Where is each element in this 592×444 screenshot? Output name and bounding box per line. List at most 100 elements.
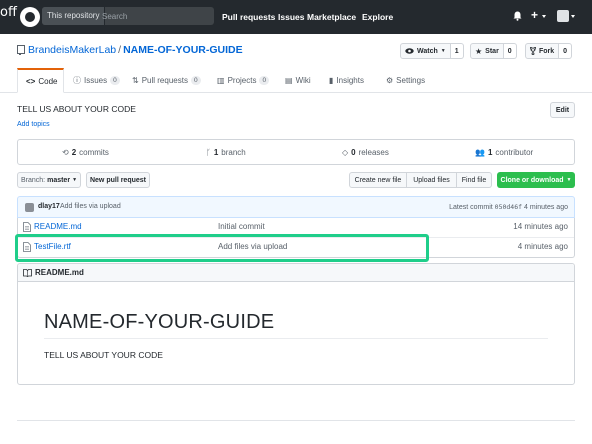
readme-heading: NAME-OF-YOUR-GUIDE — [44, 311, 275, 333]
new-pull-request-button[interactable]: New pull request — [86, 172, 150, 188]
file-name-link[interactable]: README.md — [34, 222, 82, 231]
tab-pull-requests[interactable]: ⇅ Pull requests 0 — [132, 68, 201, 93]
eye-icon — [405, 48, 414, 54]
repo-description: TELL US ABOUT YOUR CODE — [17, 104, 136, 114]
book-icon: ▤ — [285, 76, 293, 85]
fork-button[interactable]: Fork — [525, 43, 560, 59]
file-age: 4 minutes ago — [517, 242, 568, 251]
tab-code[interactable]: <> Code — [17, 68, 64, 93]
tab-label: Settings — [396, 76, 426, 85]
nav-issues[interactable]: Issues — [278, 12, 304, 22]
commits-label: commits — [79, 147, 109, 157]
commit-age: 4 minutes ago — [524, 204, 568, 211]
file-age: 14 minutes ago — [513, 222, 568, 231]
commits-link[interactable]: ⟲ 2 commits — [62, 140, 109, 164]
search-scope-label: This repository — [42, 7, 106, 25]
watch-count[interactable]: 1 — [450, 43, 464, 59]
tab-count: 0 — [110, 76, 120, 85]
watch-button[interactable]: Watch ▼ — [400, 43, 451, 59]
gear-icon: ⚙ — [386, 76, 394, 85]
fork-count[interactable]: 0 — [559, 43, 573, 59]
readme-panel: README.md NAME-OF-YOUR-GUIDE TELL US ABO… — [17, 263, 575, 385]
highlight-box — [15, 234, 429, 262]
star-label: Star — [485, 47, 499, 55]
star-count[interactable]: 0 — [503, 43, 517, 59]
upload-files-button[interactable]: Upload files — [407, 172, 457, 188]
readme-filename: README.md — [35, 268, 84, 277]
clone-or-download-button[interactable]: Clone or download ▼ — [497, 172, 575, 188]
branch-select-label: Branch: — [20, 176, 46, 184]
overlay-label: off — [0, 5, 18, 20]
tab-count: 0 — [259, 76, 270, 85]
clone-label: Clone or download — [500, 176, 564, 184]
avatar-icon[interactable] — [557, 10, 569, 22]
chevron-down-icon: ▼ — [72, 177, 78, 183]
branch-select[interactable]: Branch: master ▼ — [17, 172, 81, 188]
issue-icon: ⓘ — [73, 76, 81, 85]
find-file-button[interactable]: Find file — [457, 172, 492, 188]
divider — [44, 338, 548, 339]
tab-wiki[interactable]: ▤ Wiki — [285, 68, 311, 93]
tab-issues[interactable]: ⓘ Issues 0 — [73, 68, 120, 93]
fork-group: Fork 0 — [525, 43, 573, 59]
repo-title: BrandeisMakerLab / NAME-OF-YOUR-GUIDE — [28, 44, 243, 56]
commit-author[interactable]: dlay17 — [38, 203, 60, 210]
repo-tabs: <> Code ⓘ Issues 0 ⇅ Pull requests 0 ▥ P… — [0, 68, 592, 93]
github-logo-icon[interactable] — [20, 7, 40, 27]
branch-count: 1 — [213, 147, 219, 157]
add-topics-link[interactable]: Add topics — [17, 121, 50, 128]
commit-meta: Latest commit 050d46f 4 minutes ago — [449, 203, 568, 211]
tab-insights[interactable]: ▮ Insights — [329, 68, 364, 93]
bell-icon[interactable] — [513, 11, 522, 21]
tab-label: Wiki — [295, 76, 311, 85]
commit-message[interactable]: Add files via upload — [60, 203, 121, 210]
tab-projects[interactable]: ▥ Projects 0 — [217, 68, 270, 93]
branch-icon: ᚴ — [206, 147, 211, 157]
star-button[interactable]: ★ Star — [470, 43, 504, 59]
nav-pull-requests[interactable]: Pull requests — [222, 12, 275, 22]
fork-label: Fork — [539, 47, 555, 55]
search-box[interactable]: This repository — [42, 7, 214, 25]
avatar[interactable] — [25, 203, 34, 212]
code-icon: <> — [26, 76, 36, 86]
repo-name-link[interactable]: NAME-OF-YOUR-GUIDE — [123, 44, 243, 56]
watch-label: Watch — [417, 47, 438, 55]
commit-sha[interactable]: 050d46f — [495, 203, 522, 211]
edit-button[interactable]: Edit — [550, 102, 575, 118]
repo-icon — [17, 45, 25, 55]
plus-icon[interactable]: + — [531, 9, 538, 21]
watch-group: Watch ▼ 1 — [400, 43, 464, 59]
numbers-summary: ⟲ 2 commits ᚴ 1 branch ◇ 0 releases 👥 1 … — [17, 139, 575, 165]
project-icon: ▥ — [217, 76, 225, 85]
commits-count: 2 — [71, 147, 77, 157]
star-group: ★ Star 0 — [470, 43, 517, 59]
readme-header: README.md — [18, 264, 574, 282]
chevron-down-icon[interactable] — [571, 15, 575, 18]
chevron-down-icon[interactable] — [542, 15, 546, 18]
create-new-file-button[interactable]: Create new file — [349, 172, 407, 188]
repo-owner-link[interactable]: BrandeisMakerLab — [28, 44, 116, 56]
search-input[interactable] — [102, 9, 210, 23]
tab-label: Issues — [84, 76, 108, 85]
tab-label: Projects — [227, 76, 257, 85]
pull-request-icon: ⇅ — [132, 76, 139, 85]
chevron-down-icon: ▼ — [566, 177, 572, 183]
star-icon: ★ — [475, 46, 483, 56]
tab-label: Pull requests — [141, 76, 188, 85]
graph-icon: ▮ — [329, 76, 334, 85]
book-icon — [23, 269, 32, 277]
nav-explore[interactable]: Explore — [362, 12, 393, 22]
tab-settings[interactable]: ⚙ Settings — [386, 68, 425, 93]
fork-icon — [530, 47, 536, 55]
contributors-link[interactable]: 👥 1 contributor — [475, 140, 533, 164]
latest-commit-label: Latest commit — [449, 204, 493, 211]
tag-icon: ◇ — [342, 147, 349, 157]
file-commit-message[interactable]: Initial commit — [218, 222, 265, 231]
releases-count: 0 — [351, 147, 356, 157]
nav-marketplace[interactable]: Marketplace — [307, 12, 356, 22]
branch-link[interactable]: ᚴ 1 branch — [206, 140, 246, 164]
footer-divider — [17, 420, 575, 421]
branch-select-value: master — [47, 176, 71, 184]
releases-link[interactable]: ◇ 0 releases — [342, 140, 389, 164]
tab-label: Insights — [336, 76, 364, 85]
